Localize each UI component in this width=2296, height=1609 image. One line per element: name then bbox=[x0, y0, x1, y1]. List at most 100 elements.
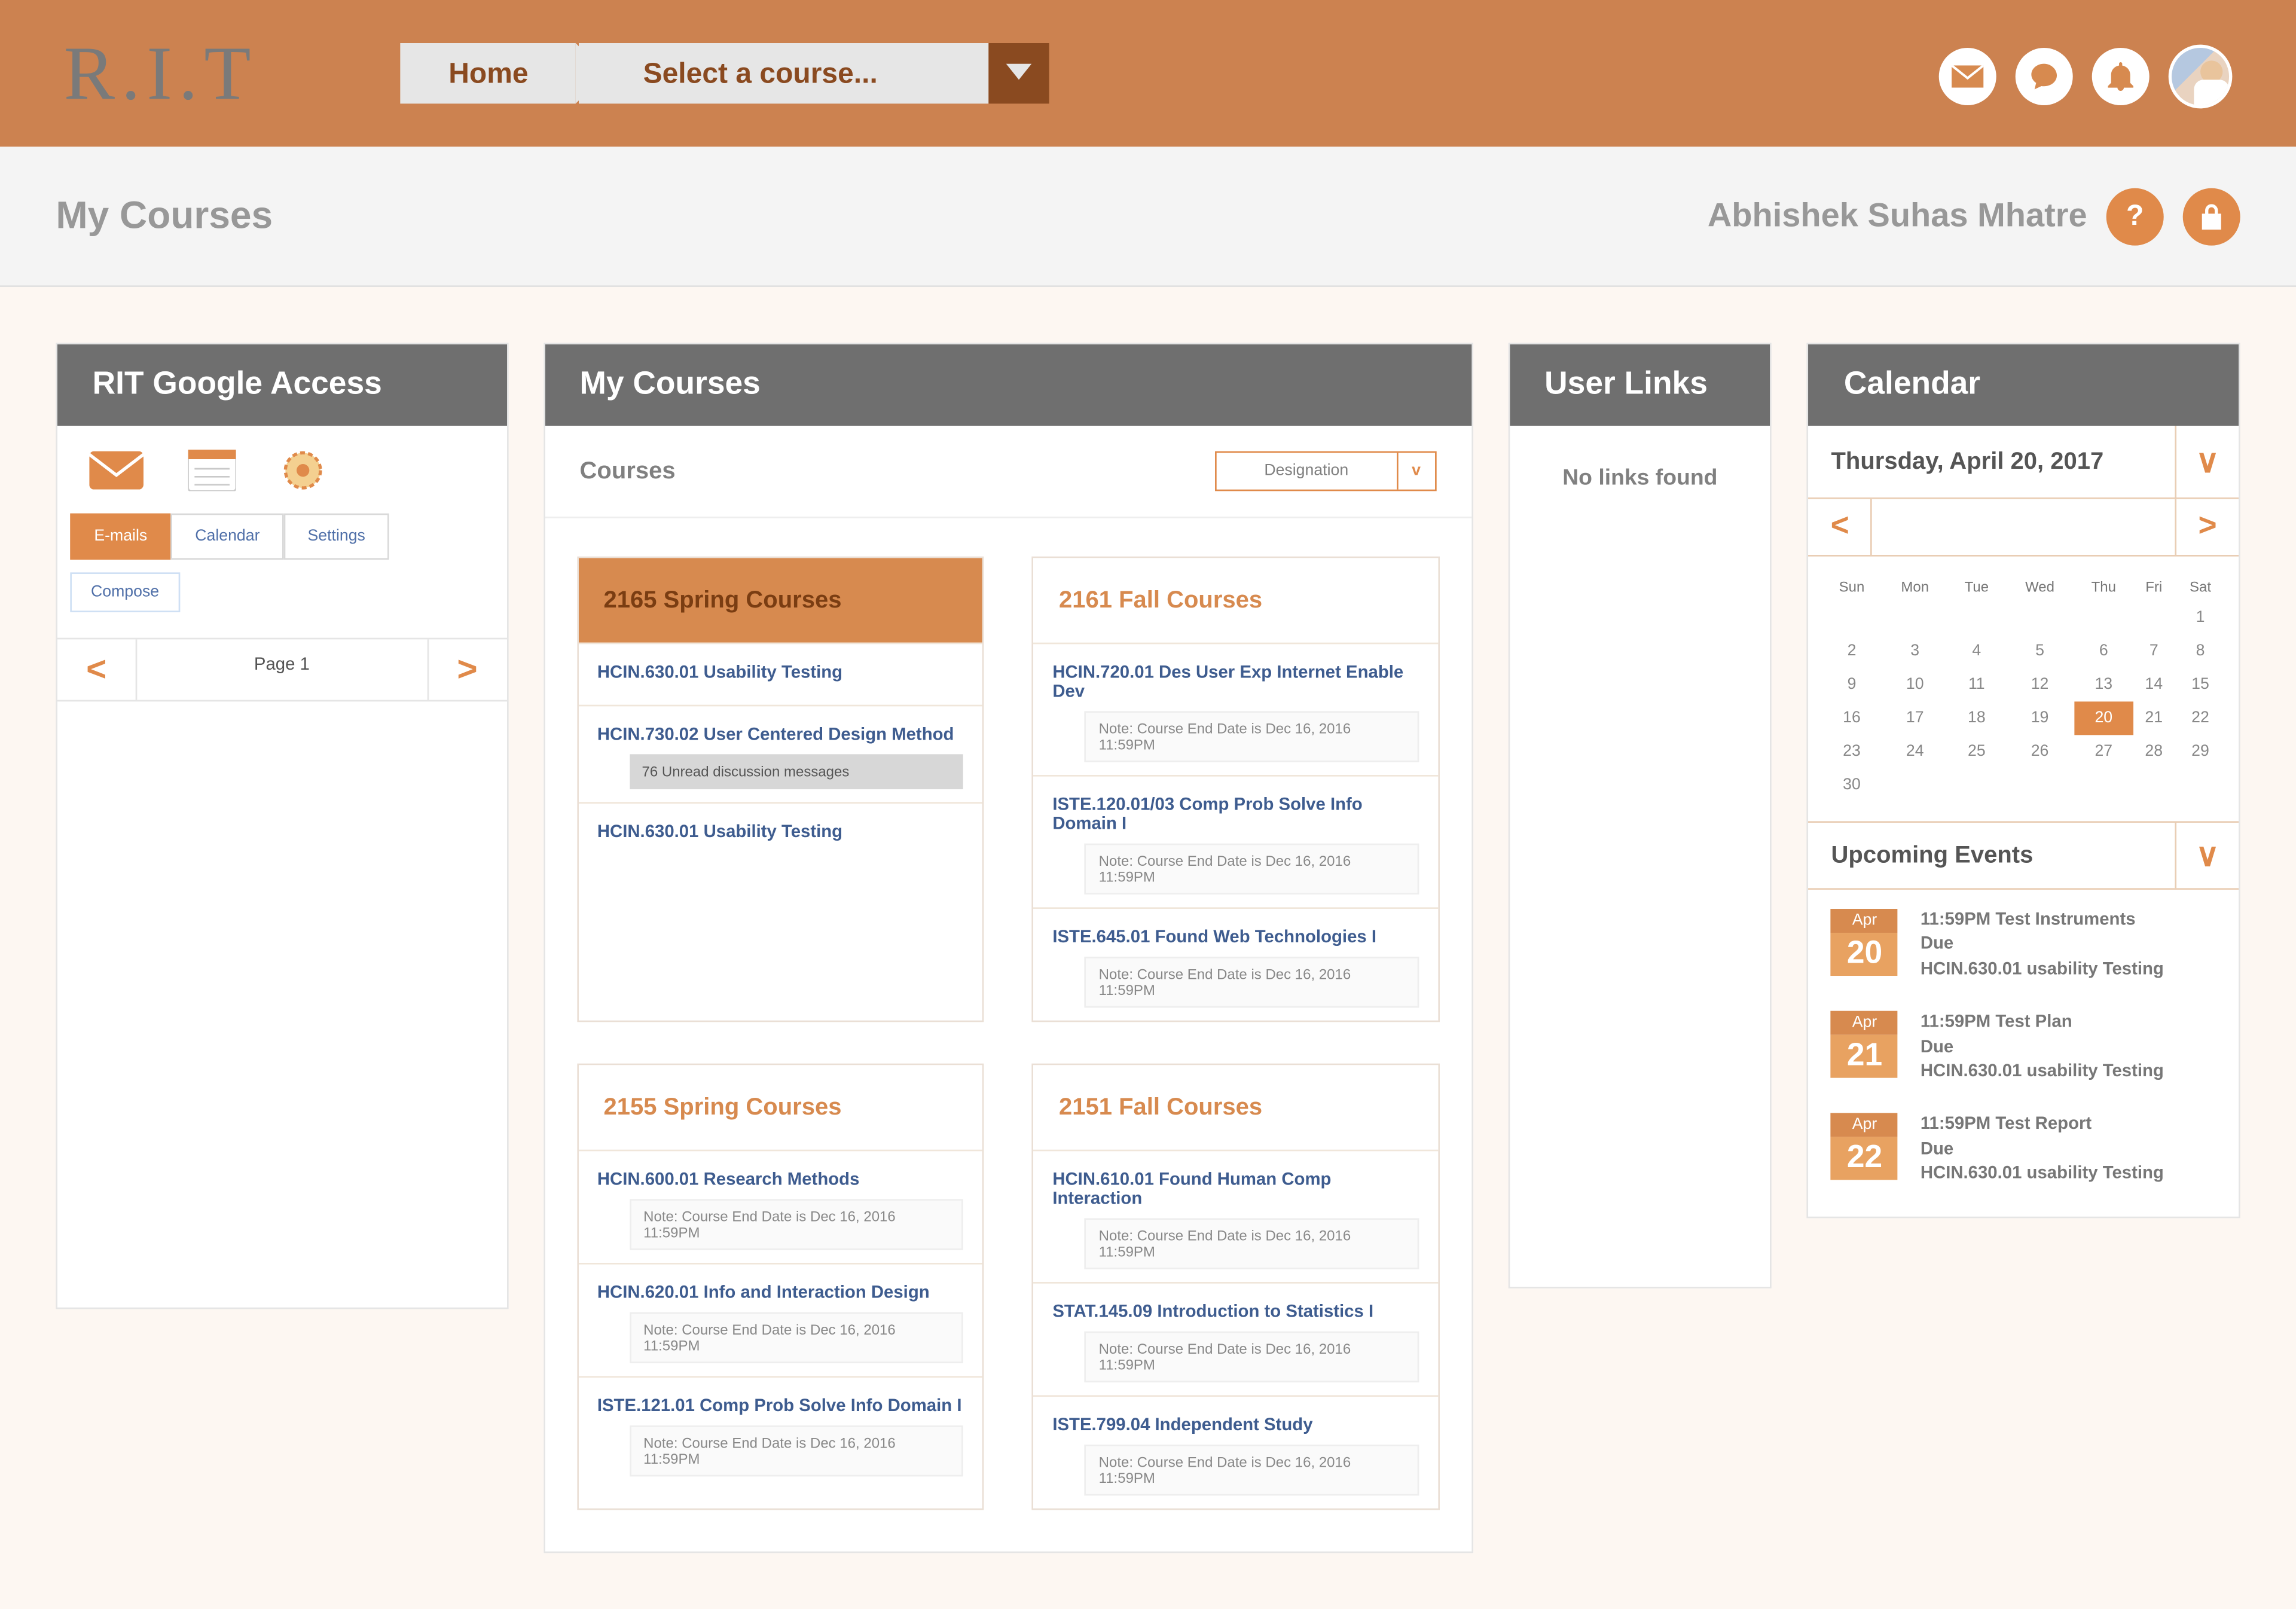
calendar-day[interactable]: 17 bbox=[1882, 701, 1947, 735]
calendar-day[interactable]: 18 bbox=[1948, 701, 2005, 735]
event-day: 20 bbox=[1831, 933, 1898, 976]
course-item: HCIN.620.01 Info and Interaction DesignN… bbox=[578, 1263, 982, 1376]
calendar-day[interactable]: 15 bbox=[2175, 668, 2225, 701]
calendar-day[interactable]: 16 bbox=[1821, 701, 1882, 735]
calendar-day[interactable]: 28 bbox=[2133, 735, 2175, 768]
calendar-day[interactable]: 21 bbox=[2133, 701, 2175, 735]
course-item: HCIN.630.01 Usability Testing bbox=[578, 643, 982, 705]
calendar-title: Calendar bbox=[1809, 344, 2239, 426]
calendar-date-row: Thursday, April 20, 2017 ∨ bbox=[1809, 426, 2239, 499]
tab-settings[interactable]: Settings bbox=[284, 514, 389, 560]
calendar-day[interactable]: 10 bbox=[1882, 668, 1947, 701]
calendar-next-button[interactable]: > bbox=[2175, 499, 2239, 555]
calendar-day[interactable]: 20 bbox=[2074, 701, 2133, 735]
calendar-day[interactable]: 4 bbox=[1948, 634, 2005, 668]
google-access-tabs: E-mails Calendar Settings bbox=[57, 514, 506, 560]
calendar-day bbox=[2005, 768, 2075, 802]
tab-calendar[interactable]: Calendar bbox=[171, 514, 283, 560]
course-link[interactable]: ISTE.645.01 Found Web Technologies I bbox=[1052, 921, 1418, 957]
term-card: 2155 Spring CoursesHCIN.600.01 Research … bbox=[576, 1064, 984, 1510]
bell-icon-button[interactable] bbox=[2092, 48, 2150, 105]
term-header[interactable]: 2151 Fall Courses bbox=[1033, 1065, 1437, 1149]
calendar-day[interactable]: 23 bbox=[1821, 735, 1882, 768]
designation-caret: v bbox=[1396, 453, 1434, 489]
calendar-day[interactable]: 12 bbox=[2005, 668, 2075, 701]
course-end-note: Note: Course End Date is Dec 16, 2016 11… bbox=[1085, 957, 1419, 1007]
settings-large-icon[interactable] bbox=[280, 448, 325, 500]
compose-button[interactable]: Compose bbox=[70, 572, 180, 612]
course-link[interactable]: ISTE.799.04 Independent Study bbox=[1052, 1409, 1418, 1445]
calendar-collapse-button[interactable]: ∨ bbox=[2175, 426, 2239, 497]
unread-badge[interactable]: 76 Unread discussion messages bbox=[629, 754, 963, 789]
calendar-day bbox=[2133, 601, 2175, 634]
calendar-day[interactable]: 30 bbox=[1821, 768, 1882, 802]
course-link[interactable]: ISTE.120.01/03 Comp Prob Solve Info Doma… bbox=[1052, 789, 1418, 844]
course-link[interactable]: HCIN.620.01 Info and Interaction Design bbox=[597, 1277, 963, 1312]
course-link[interactable]: HCIN.600.01 Research Methods bbox=[597, 1164, 963, 1199]
course-link[interactable]: ISTE.121.01 Comp Prob Solve Info Domain … bbox=[597, 1390, 963, 1425]
course-item: HCIN.730.02 User Centered Design Method7… bbox=[578, 705, 982, 802]
course-link[interactable]: HCIN.730.02 User Centered Design Method bbox=[597, 719, 963, 755]
chat-icon-button[interactable] bbox=[2016, 48, 2073, 105]
term-card: 2165 Spring Courses HCIN.630.01 Usability… bbox=[576, 557, 984, 1022]
mail-large-icon[interactable] bbox=[89, 451, 144, 497]
event-item[interactable]: Apr2111:59PM Test PlanDueHCIN.630.01 usa… bbox=[1831, 1011, 2216, 1085]
calendar-dow: Sat bbox=[2175, 572, 2225, 601]
course-link[interactable]: HCIN.630.01 Usability Testing bbox=[597, 816, 963, 851]
event-month: Apr bbox=[1831, 1113, 1898, 1137]
calendar-day[interactable]: 2 bbox=[1821, 634, 1882, 668]
google-access-title: RIT Google Access bbox=[57, 344, 506, 426]
term-header[interactable]: 2155 Spring Courses bbox=[578, 1065, 982, 1149]
calendar-dow: Fri bbox=[2133, 572, 2175, 601]
prev-page-button[interactable]: < bbox=[57, 639, 137, 700]
calendar-day[interactable]: 26 bbox=[2005, 735, 2075, 768]
tab-emails[interactable]: E-mails bbox=[70, 514, 171, 560]
designation-dropdown[interactable]: Designation v bbox=[1215, 451, 1436, 491]
term-header[interactable]: 2161 Fall Courses bbox=[1033, 558, 1437, 642]
calendar-day[interactable]: 22 bbox=[2175, 701, 2225, 735]
term-card: 2161 Fall Courses HCIN.720.01 Des User Ex… bbox=[1032, 557, 1440, 1022]
course-item: ISTE.120.01/03 Comp Prob Solve Info Doma… bbox=[1033, 775, 1437, 907]
calendar-large-icon[interactable] bbox=[188, 450, 236, 499]
course-item: HCIN.630.01 Usability Testing bbox=[578, 802, 982, 864]
home-button[interactable]: Home bbox=[401, 43, 576, 103]
help-button[interactable]: ? bbox=[2106, 187, 2164, 245]
course-item: ISTE.799.04 Independent StudyNote: Cours… bbox=[1033, 1395, 1437, 1508]
calendar-day[interactable]: 6 bbox=[2074, 634, 2133, 668]
calendar-day[interactable]: 8 bbox=[2175, 634, 2225, 668]
course-link[interactable]: HCIN.630.01 Usability Testing bbox=[597, 657, 963, 692]
calendar-day[interactable]: 9 bbox=[1821, 668, 1882, 701]
calendar-day[interactable]: 7 bbox=[2133, 634, 2175, 668]
mail-icon-button[interactable] bbox=[1939, 48, 1996, 105]
event-item[interactable]: Apr2011:59PM Test InstrumentsDueHCIN.630… bbox=[1831, 909, 2216, 982]
course-link[interactable]: HCIN.720.01 Des User Exp Internet Enable… bbox=[1052, 657, 1418, 712]
event-item[interactable]: Apr2211:59PM Test ReportDueHCIN.630.01 u… bbox=[1831, 1113, 2216, 1187]
select-course-dropdown[interactable] bbox=[989, 43, 1049, 103]
calendar-dow: Sun bbox=[1821, 572, 1882, 601]
course-link[interactable]: HCIN.610.01 Found Human Comp Interaction bbox=[1052, 1164, 1418, 1219]
course-item: HCIN.600.01 Research MethodsNote: Course… bbox=[578, 1150, 982, 1263]
next-page-button[interactable]: > bbox=[427, 639, 506, 700]
calendar-day[interactable]: 27 bbox=[2074, 735, 2133, 768]
calendar-day[interactable]: 24 bbox=[1882, 735, 1947, 768]
calendar-day[interactable]: 5 bbox=[2005, 634, 2075, 668]
calendar-day[interactable]: 29 bbox=[2175, 735, 2225, 768]
course-end-note: Note: Course End Date is Dec 16, 2016 11… bbox=[1085, 711, 1419, 762]
upcoming-collapse-button[interactable]: ∨ bbox=[2175, 823, 2239, 888]
mail-icon bbox=[1952, 65, 1983, 87]
course-link[interactable]: STAT.145.09 Introduction to Statistics I bbox=[1052, 1296, 1418, 1332]
calendar-day[interactable]: 13 bbox=[2074, 668, 2133, 701]
calendar-day[interactable]: 11 bbox=[1948, 668, 2005, 701]
calendar-day[interactable]: 19 bbox=[2005, 701, 2075, 735]
calendar-day[interactable]: 14 bbox=[2133, 668, 2175, 701]
calendar-day[interactable]: 3 bbox=[1882, 634, 1947, 668]
lock-button[interactable] bbox=[2183, 187, 2240, 245]
select-course-button[interactable]: Select a course... bbox=[579, 43, 990, 103]
term-header[interactable]: 2165 Spring Courses bbox=[578, 558, 982, 642]
calendar-day[interactable]: 25 bbox=[1948, 735, 2005, 768]
calendar-prev-button[interactable]: < bbox=[1809, 499, 1873, 555]
email-list-empty bbox=[57, 701, 506, 1307]
user-avatar[interactable] bbox=[2169, 45, 2233, 109]
calendar-day[interactable]: 1 bbox=[2175, 601, 2225, 634]
calendar-table[interactable]: SunMonTueWedThuFriSat1234567891011121314… bbox=[1821, 572, 2225, 802]
